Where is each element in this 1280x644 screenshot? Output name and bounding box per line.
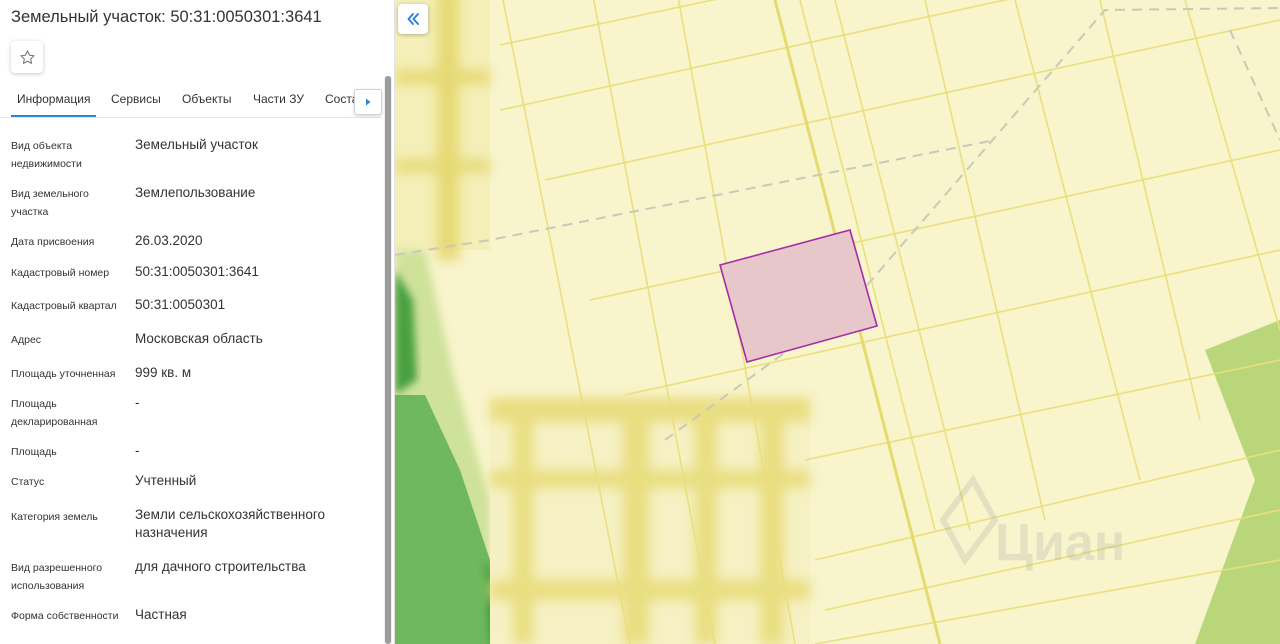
detail-label: Кадастровый номер [11,267,110,279]
detail-label: Площадь [11,446,57,458]
detail-value: для дачного строительства [135,559,306,574]
star-outline-icon [19,49,35,64]
detail-label: Кадастровый квартал [11,300,117,312]
detail-value: - [135,443,140,458]
tab-bar: Информация Сервисы Объекты Части ЗУ Сост… [0,85,382,118]
detail-value: Учтенный [135,473,197,488]
detail-label: Площадь декларированная [11,398,98,428]
scrollbar-thumb[interactable] [385,76,391,644]
cadastral-map[interactable]: Циан [395,0,1280,644]
double-chevron-left-icon [407,13,419,25]
detail-value: Землепользование [135,185,256,200]
detail-label: Площадь уточненная [11,368,116,380]
detail-value: Земельный участок [135,137,258,152]
detail-label: Вид объекта недвижимости [11,140,82,170]
map-canvas[interactable]: Циан [395,0,1280,644]
blurred-tile-lower [490,398,810,644]
info-panel: Земельный участок: 50:31:0050301:3641 Ин… [0,0,395,644]
detail-label: Статус [11,476,45,488]
collapse-panel-button[interactable] [398,4,428,34]
detail-label: Дата присвоения [11,236,95,248]
detail-value: Частная [135,607,187,622]
tab-scroll-right-button[interactable] [354,89,382,115]
detail-value: 999 кв. м [135,365,192,380]
tab-land-parts[interactable]: Части ЗУ [253,85,304,115]
favorite-button[interactable] [11,41,43,73]
tab-services[interactable]: Сервисы [111,85,161,115]
detail-value: Московская область [135,331,263,346]
tab-objects[interactable]: Объекты [182,85,232,115]
chevron-right-icon [366,98,371,106]
detail-value: 26.03.2020 [135,233,203,248]
detail-value: Земли сельскохозяйственного назначения [135,507,326,540]
page-title: Земельный участок: 50:31:0050301:3641 [11,8,322,26]
detail-value: 50:31:0050301 [135,297,226,312]
tab-information[interactable]: Информация [11,85,97,117]
blurred-tile-upper-left [395,0,490,260]
watermark-text: Циан [995,514,1125,572]
detail-value: 50:31:0050301:3641 [135,264,259,279]
detail-label: Адрес [11,334,42,346]
detail-label: Вид земельного участка [11,188,89,218]
panel-scrollbar[interactable] [384,76,392,644]
detail-label: Вид разрешенного использования [11,562,103,592]
detail-label: Форма собственности [11,610,119,622]
detail-value: - [135,395,140,410]
detail-label: Категория земель [11,511,98,523]
